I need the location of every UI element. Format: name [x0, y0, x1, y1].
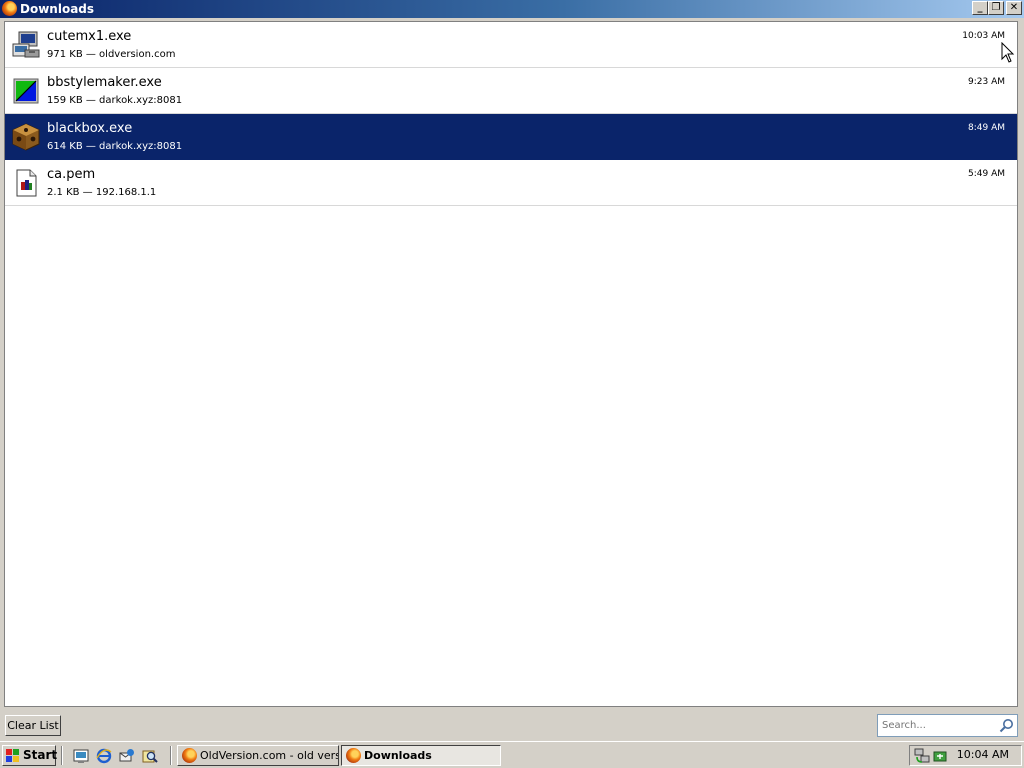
download-item[interactable]: blackbox.exe 614 KB — darkok.xyz:8081 8:…	[5, 114, 1017, 160]
firefox-icon	[182, 748, 197, 763]
taskbar-item-label: OldVersion.com - old versi...	[200, 749, 339, 762]
taskbar-separator	[170, 746, 172, 765]
title-bar[interactable]: Downloads _ ❐ ✕	[0, 0, 1024, 18]
file-details: 971 KB — oldversion.com	[47, 49, 176, 60]
show-desktop-icon[interactable]	[73, 748, 89, 764]
file-name: ca.pem	[47, 167, 96, 182]
download-time: 5:49 AM	[968, 169, 1005, 179]
firefox-icon	[2, 1, 17, 16]
box-icon	[12, 123, 40, 151]
windows-logo-icon	[6, 749, 19, 762]
explorer-search-icon[interactable]	[142, 748, 158, 764]
mouse-cursor-icon	[1001, 42, 1015, 63]
download-item[interactable]: ca.pem 2.1 KB — 192.168.1.1 5:49 AM	[5, 160, 1017, 206]
file-details: 159 KB — darkok.xyz:8081	[47, 95, 183, 106]
app-icon	[13, 78, 39, 104]
network-icon[interactable]	[914, 748, 930, 764]
download-time: 8:49 AM	[968, 123, 1005, 133]
clear-list-button[interactable]: Clear List	[5, 715, 61, 736]
window-title: Downloads	[20, 2, 95, 16]
internet-explorer-icon[interactable]	[96, 748, 112, 764]
minimize-button[interactable]: _	[972, 1, 988, 15]
file-details: 614 KB — darkok.xyz:8081	[47, 141, 183, 152]
close-button[interactable]: ✕	[1006, 1, 1022, 15]
safely-remove-hardware-icon[interactable]	[932, 748, 948, 764]
taskbar-separator	[61, 746, 63, 765]
download-item[interactable]: bbstylemaker.exe 159 KB — darkok.xyz:808…	[5, 68, 1017, 114]
taskbar-item-label: Downloads	[364, 749, 432, 762]
download-time: 10:03 AM	[962, 31, 1005, 41]
outlook-express-icon[interactable]	[119, 748, 135, 764]
file-name: cutemx1.exe	[47, 29, 132, 44]
start-label: Start	[23, 748, 58, 762]
taskbar: Start OldVersion.com - old versi... Down…	[0, 741, 1024, 768]
download-time: 9:23 AM	[968, 77, 1005, 87]
installer-icon	[12, 31, 40, 58]
taskbar-item-oldversion[interactable]: OldVersion.com - old versi...	[177, 745, 339, 766]
downloads-list[interactable]: cutemx1.exe 971 KB — oldversion.com 10:0…	[4, 21, 1018, 707]
taskbar-item-downloads[interactable]: Downloads	[341, 745, 501, 766]
file-name: blackbox.exe	[47, 121, 133, 136]
search-input[interactable]	[882, 718, 994, 733]
search-field[interactable]	[877, 714, 1018, 737]
clock: 10:04 AM	[956, 748, 1009, 761]
system-tray: 10:04 AM	[909, 745, 1022, 766]
file-name: bbstylemaker.exe	[47, 75, 162, 90]
firefox-icon	[346, 748, 361, 763]
maximize-button[interactable]: ❐	[988, 1, 1004, 15]
certificate-file-icon	[16, 169, 37, 197]
start-button[interactable]: Start	[2, 745, 58, 766]
file-details: 2.1 KB — 192.168.1.1	[47, 187, 157, 198]
download-item[interactable]: cutemx1.exe 971 KB — oldversion.com 10:0…	[5, 22, 1017, 68]
search-icon[interactable]	[999, 718, 1014, 733]
